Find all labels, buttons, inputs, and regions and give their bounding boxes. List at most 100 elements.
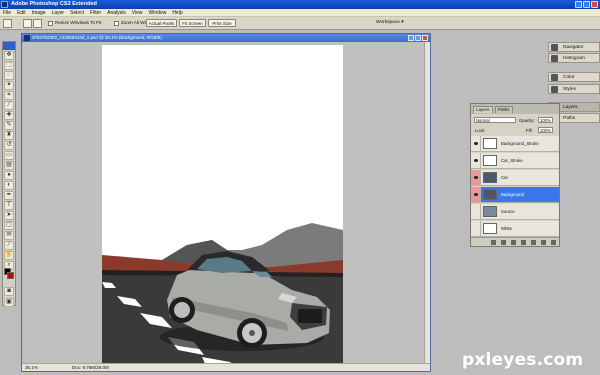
toolbox-header <box>3 42 15 50</box>
layer-name: Source <box>501 209 515 214</box>
background-color-swatch[interactable] <box>7 272 14 279</box>
photoshop-icon <box>1 1 8 8</box>
layer-name: Car <box>501 175 508 180</box>
resize-windows-label: Resize Windows To Fit <box>55 20 102 25</box>
watermark: pxleyes.com <box>462 350 584 370</box>
quick-mask-icon[interactable]: ◙ <box>4 287 14 296</box>
type-tool-icon[interactable]: T <box>4 201 14 210</box>
actual-pixels-button[interactable]: Actual Pixels <box>146 19 177 27</box>
visibility-eye-icon[interactable] <box>471 204 481 220</box>
shape-tool-icon[interactable]: ▢ <box>4 221 14 230</box>
notes-tool-icon[interactable]: ✉ <box>4 231 14 240</box>
new-group-icon[interactable] <box>531 240 536 245</box>
document-window-controls <box>408 35 428 41</box>
layer-row-car-stroke[interactable]: Car_Stroke <box>471 153 559 169</box>
brush-tool-icon[interactable]: ✎ <box>4 121 14 130</box>
move-tool-icon[interactable]: ✥ <box>4 51 14 60</box>
gradient-tool-icon[interactable]: ▤ <box>4 161 14 170</box>
doc-maximize-button[interactable] <box>415 35 421 41</box>
histogram-panel-button[interactable]: Histogram <box>548 53 600 63</box>
layer-mask-icon[interactable] <box>511 240 516 245</box>
layer-row-white[interactable]: White <box>471 221 559 237</box>
menu-select[interactable]: Select <box>70 10 84 16</box>
visibility-eye-icon[interactable] <box>471 221 481 237</box>
color-panel-button[interactable]: Color <box>548 72 600 82</box>
eyedropper-sample-icon[interactable]: ⁄ <box>4 241 14 250</box>
workspace-menu[interactable]: Workspace ▾ <box>376 20 404 25</box>
menu-window[interactable]: Window <box>149 10 167 16</box>
pen-tool-icon[interactable]: ✒ <box>4 191 14 200</box>
image-canvas[interactable] <box>102 45 343 366</box>
maximize-button[interactable] <box>583 1 590 8</box>
zoom-all-checkbox[interactable] <box>114 21 119 26</box>
layers-label: Layers <box>563 105 578 110</box>
screen-mode-icon[interactable]: ▣ <box>4 298 14 307</box>
menu-filter[interactable]: Filter <box>90 10 101 16</box>
adjustment-layer-icon[interactable] <box>521 240 526 245</box>
visibility-eye-icon[interactable] <box>471 136 481 152</box>
histogram-icon <box>551 55 558 62</box>
history-brush-icon[interactable]: ↺ <box>4 141 14 150</box>
link-layers-icon[interactable] <box>491 240 496 245</box>
document-titlebar: 3794762382_c43359434d_o.psd @ 36.1% (Bac… <box>22 34 430 42</box>
menu-layer[interactable]: Layer <box>52 10 65 16</box>
resize-windows-checkbox[interactable] <box>48 21 53 26</box>
layer-style-icon[interactable] <box>501 240 506 245</box>
layer-thumbnail <box>483 155 497 166</box>
marquee-tool-icon[interactable]: ⬚ <box>4 61 14 70</box>
fill-input[interactable]: 100% <box>538 127 553 133</box>
blend-mode-select[interactable]: Normal <box>474 117 516 123</box>
layer-name: White <box>501 226 512 231</box>
doc-minimize-button[interactable] <box>408 35 414 41</box>
layer-row-background[interactable]: Background <box>471 187 559 203</box>
menu-file[interactable]: File <box>3 10 11 16</box>
magic-wand-icon[interactable]: ✦ <box>4 81 14 90</box>
layer-name: Background_Stroke <box>501 141 539 146</box>
dodge-tool-icon[interactable]: ◐ <box>4 181 14 190</box>
layer-row-source[interactable]: Source <box>471 204 559 220</box>
clone-stamp-icon[interactable]: ♜ <box>4 131 14 140</box>
histogram-label: Histogram <box>563 56 585 61</box>
crop-tool-icon[interactable]: ⌗ <box>4 91 14 100</box>
eraser-icon[interactable]: ▭ <box>4 151 14 160</box>
doc-close-button[interactable] <box>422 35 428 41</box>
menu-edit[interactable]: Edit <box>17 10 26 16</box>
menu-analysis[interactable]: Analysis <box>107 10 126 16</box>
layer-row-car[interactable]: Car <box>471 170 559 186</box>
layer-row-background-stroke[interactable]: Background_Stroke <box>471 136 559 152</box>
eyedropper-icon[interactable]: ⁄ <box>4 101 14 110</box>
menu-help[interactable]: Help <box>172 10 182 16</box>
color-icon <box>551 74 558 81</box>
zoom-tool-icon[interactable] <box>3 19 12 28</box>
delete-layer-icon[interactable] <box>551 240 556 245</box>
blur-tool-icon[interactable]: ● <box>4 171 14 180</box>
visibility-eye-icon[interactable] <box>471 187 481 203</box>
styles-icon <box>551 86 558 93</box>
minimize-button[interactable] <box>575 1 582 8</box>
hand-tool-icon[interactable]: ✋ <box>4 251 14 260</box>
zoom-in-icon[interactable] <box>23 19 32 28</box>
print-size-button[interactable]: Print Size <box>208 19 236 27</box>
tab-paths[interactable]: Paths <box>495 106 513 113</box>
menu-view[interactable]: View <box>132 10 143 16</box>
layer-thumbnail <box>483 206 497 217</box>
zoom-out-icon[interactable] <box>33 19 42 28</box>
lasso-tool-icon[interactable]: ◌ <box>4 71 14 80</box>
path-select-icon[interactable]: ➤ <box>4 211 14 220</box>
fit-screen-button[interactable]: Fit Screen <box>179 19 206 27</box>
close-button[interactable] <box>591 1 598 8</box>
navigator-icon <box>551 44 558 51</box>
vertical-scrollbar[interactable] <box>424 42 430 364</box>
zoom-level[interactable]: 36.1% <box>25 365 38 370</box>
visibility-eye-icon[interactable] <box>471 170 481 186</box>
document-info: Doc: 9.76M/29.0M <box>72 365 109 370</box>
opacity-input[interactable]: 100% <box>538 117 553 123</box>
styles-panel-button[interactable]: Styles <box>548 84 600 94</box>
layer-name: Car_Stroke <box>501 158 523 163</box>
visibility-eye-icon[interactable] <box>471 153 481 169</box>
menu-image[interactable]: Image <box>32 10 46 16</box>
new-layer-icon[interactable] <box>541 240 546 245</box>
tab-layers[interactable]: Layers <box>473 106 493 113</box>
healing-brush-icon[interactable]: ✚ <box>4 111 14 120</box>
navigator-panel-button[interactable]: Navigator <box>548 42 600 52</box>
